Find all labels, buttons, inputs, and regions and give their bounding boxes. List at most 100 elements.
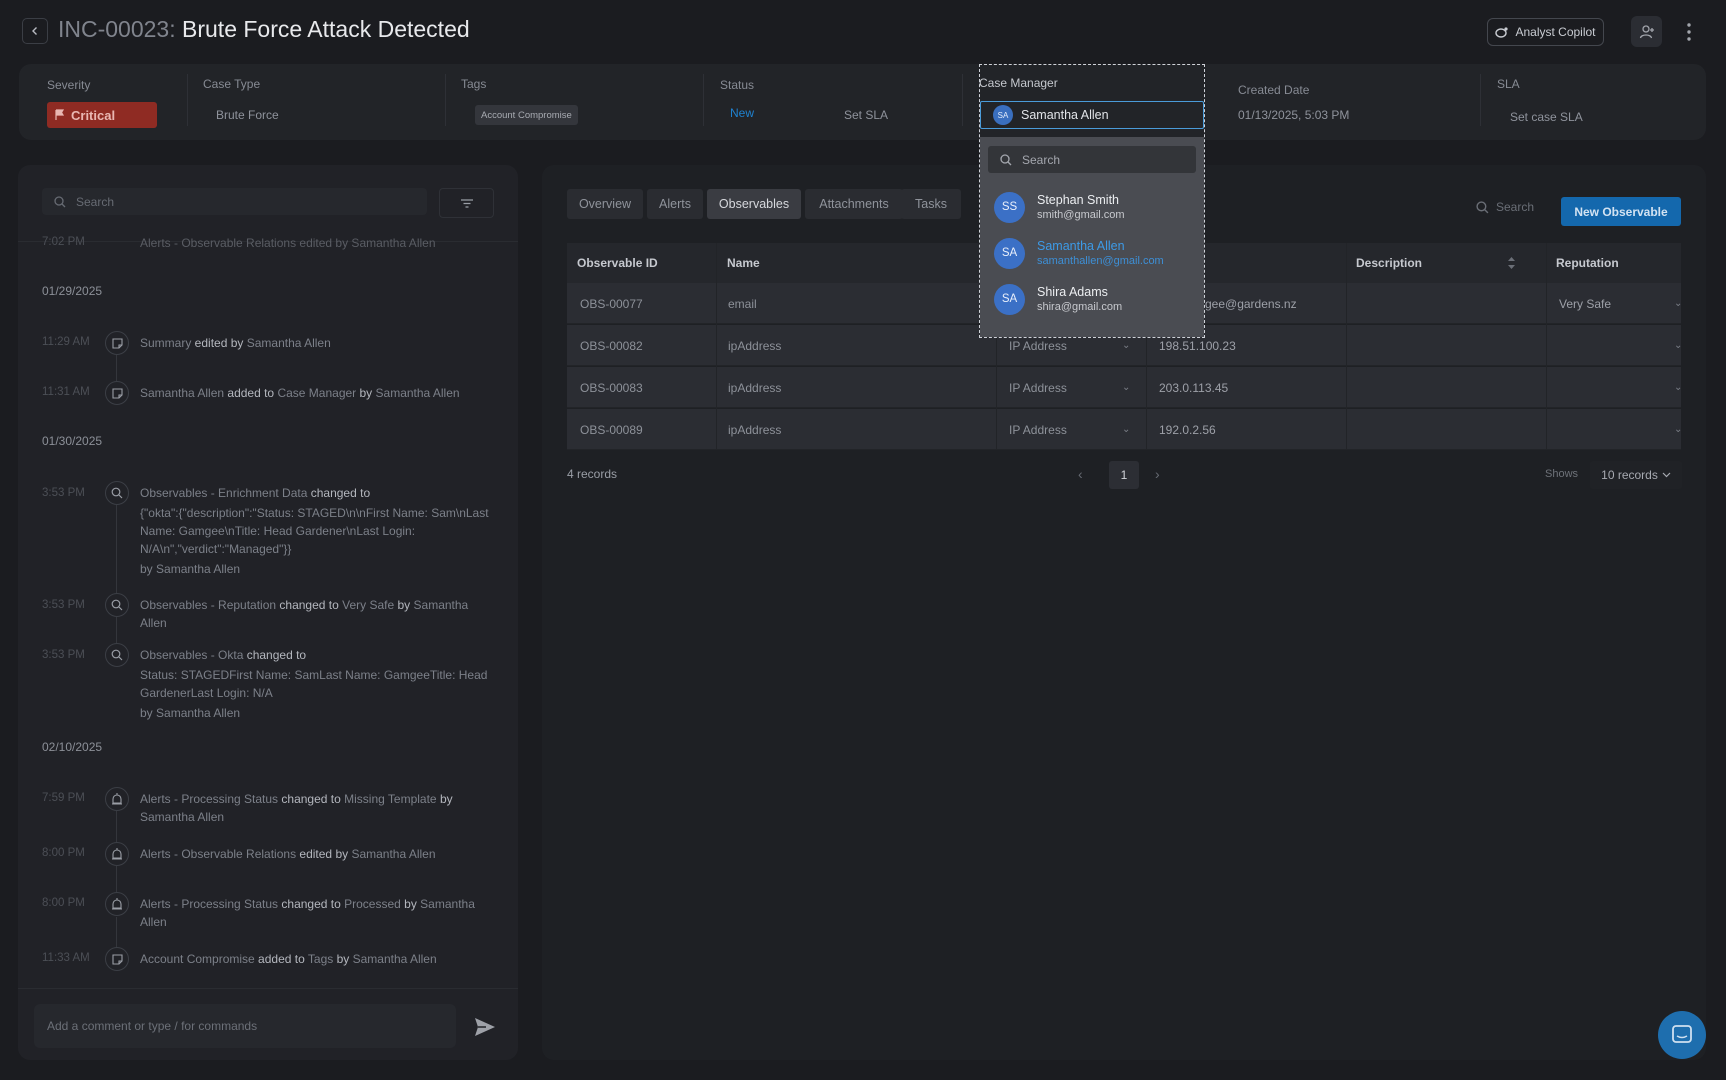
timeline-date: 02/10/2025	[42, 740, 103, 754]
reputation-cell[interactable]: Very Safe	[1559, 297, 1611, 311]
tab-attachments[interactable]: Attachments	[805, 189, 903, 219]
assign-user-button[interactable]	[1631, 16, 1662, 47]
sort-icon[interactable]	[1507, 256, 1516, 270]
note-icon	[105, 947, 129, 971]
kebab-menu-icon	[1687, 23, 1691, 41]
chevron-down-icon[interactable]: ⌄	[1122, 340, 1130, 351]
table-search-label: Search	[1496, 200, 1535, 214]
prev-page-button[interactable]: ‹	[1078, 466, 1083, 482]
observable-id-cell: OBS-00089	[580, 423, 643, 437]
timeline-date: 01/30/2025	[42, 434, 103, 448]
chevron-down-icon	[1662, 472, 1671, 478]
divider	[703, 74, 704, 126]
filter-button[interactable]	[439, 188, 494, 218]
back-button[interactable]	[22, 18, 48, 44]
timeline-entry-text: Alerts - Observable Relations edited by …	[140, 236, 436, 250]
chevron-down-icon[interactable]: ⌄	[1122, 424, 1130, 435]
severity-label: Severity	[47, 78, 91, 92]
value-cell: gee@gardens.nz	[1205, 297, 1297, 311]
option-name: Samantha Allen	[1037, 239, 1125, 253]
timeline-time: 11:31 AM	[42, 386, 90, 398]
timeline-entry-text: Account Compromise added to Tags by Sama…	[140, 952, 437, 966]
send-button[interactable]	[470, 1012, 500, 1042]
chat-button[interactable]	[1658, 1011, 1706, 1059]
tab-alerts[interactable]: Alerts	[647, 189, 703, 219]
comment-placeholder: Add a comment or type / for commands	[47, 1019, 258, 1033]
timeline-time: 3:53 PM	[42, 649, 85, 661]
activity-search-input[interactable]: Search	[42, 188, 427, 215]
table-search[interactable]: Search	[1476, 200, 1534, 214]
timeline-connector	[116, 505, 117, 600]
case-type-value[interactable]: Brute Force	[216, 108, 279, 122]
more-options-button[interactable]	[1682, 18, 1696, 46]
column-header-name[interactable]: Name	[727, 256, 760, 270]
timeline-entry-text: Samantha Allen added to Case Manager by …	[140, 386, 460, 400]
new-observable-button[interactable]: New Observable	[1561, 197, 1681, 226]
name-cell: ipAddress	[728, 381, 782, 395]
timeline-time: 11:29 AM	[42, 336, 90, 348]
comment-input[interactable]: Add a comment or type / for commands	[34, 1004, 456, 1048]
alarm-icon	[105, 787, 129, 811]
option-email: samanthallen@gmail.com	[1037, 255, 1164, 267]
per-page-value: 10 records	[1601, 468, 1658, 482]
next-page-button[interactable]: ›	[1155, 466, 1160, 482]
analyst-copilot-button[interactable]: Analyst Copilot	[1487, 18, 1604, 46]
column-header-description[interactable]: Description	[1356, 256, 1422, 270]
created-date-value: 01/13/2025, 5:03 PM	[1238, 108, 1350, 122]
value-cell: 192.0.2.56	[1159, 423, 1216, 437]
column-header-observable-id[interactable]: Observable ID	[577, 256, 658, 270]
per-page-select[interactable]: 10 records	[1590, 461, 1682, 489]
option-email: shira@gmail.com	[1037, 301, 1123, 313]
observable-id-cell: OBS-00082	[580, 339, 643, 353]
observable-id-cell: OBS-00077	[580, 297, 643, 311]
sla-label: SLA	[1497, 77, 1520, 91]
timeline-time: 11:33 AM	[42, 952, 90, 964]
status-value[interactable]: New	[730, 106, 754, 120]
records-count: 4 records	[567, 467, 618, 481]
divider	[445, 74, 446, 126]
tab-tasks[interactable]: Tasks	[901, 189, 961, 219]
set-sla-link[interactable]: Set SLA	[844, 108, 888, 122]
severity-dropdown[interactable]: Critical	[47, 102, 157, 128]
column-divider	[1346, 243, 1347, 450]
chevron-left-icon	[32, 27, 37, 35]
set-case-sla-link[interactable]: Set case SLA	[1510, 110, 1583, 124]
case-manager-option[interactable]: SA Shira Adams shira@gmail.com	[994, 281, 1194, 317]
chevron-down-icon[interactable]: ⌄	[1122, 382, 1130, 393]
user-add-icon	[1639, 24, 1654, 38]
magnifier-icon	[105, 593, 129, 617]
timeline-time: 8:00 PM	[42, 897, 85, 909]
avatar: SA	[993, 105, 1013, 125]
chevron-down-icon[interactable]: ⌄	[1674, 340, 1682, 351]
type-cell[interactable]: IP Address	[1009, 423, 1067, 437]
note-icon	[105, 381, 129, 405]
timeline-entry-text: Alerts - Observable Relations edited by …	[140, 847, 436, 861]
case-manager-option[interactable]: SS Stephan Smith smith@gmail.com	[994, 189, 1194, 225]
case-manager-option-selected[interactable]: SA Samantha Allen samanthallen@gmail.com	[994, 235, 1194, 271]
tab-overview[interactable]: Overview	[567, 189, 643, 219]
tab-observables[interactable]: Observables	[707, 189, 801, 219]
timeline-entry-text: Alerts - Processing Status changed to Pr…	[140, 897, 475, 929]
type-cell[interactable]: IP Address	[1009, 339, 1067, 353]
filter-icon	[460, 198, 473, 208]
column-divider	[1546, 243, 1547, 450]
magnifier-icon	[105, 643, 129, 667]
case-manager-search-input[interactable]: Search	[988, 146, 1196, 173]
chevron-down-icon[interactable]: ⌄	[1674, 424, 1682, 435]
timeline-entry-text: Observables - Okta changed to Status: ST…	[140, 648, 488, 720]
timeline-time: 7:02 PM	[42, 236, 85, 248]
timeline-entry-text: Summary edited by Samantha Allen	[140, 336, 331, 350]
divider	[1480, 74, 1481, 126]
option-email: smith@gmail.com	[1037, 209, 1125, 221]
tag-chip[interactable]: Account Compromise	[475, 105, 578, 125]
type-cell[interactable]: IP Address	[1009, 381, 1067, 395]
chevron-down-icon[interactable]: ⌄	[1674, 298, 1682, 309]
page-number[interactable]: 1	[1109, 461, 1139, 489]
case-manager-value: Samantha Allen	[1021, 108, 1109, 122]
flag-icon	[55, 109, 65, 120]
search-icon	[1476, 200, 1489, 213]
case-manager-select[interactable]: SA Samantha Allen	[980, 101, 1204, 129]
column-header-reputation[interactable]: Reputation	[1556, 256, 1619, 270]
option-name: Stephan Smith	[1037, 193, 1119, 207]
chevron-down-icon[interactable]: ⌄	[1674, 382, 1682, 393]
